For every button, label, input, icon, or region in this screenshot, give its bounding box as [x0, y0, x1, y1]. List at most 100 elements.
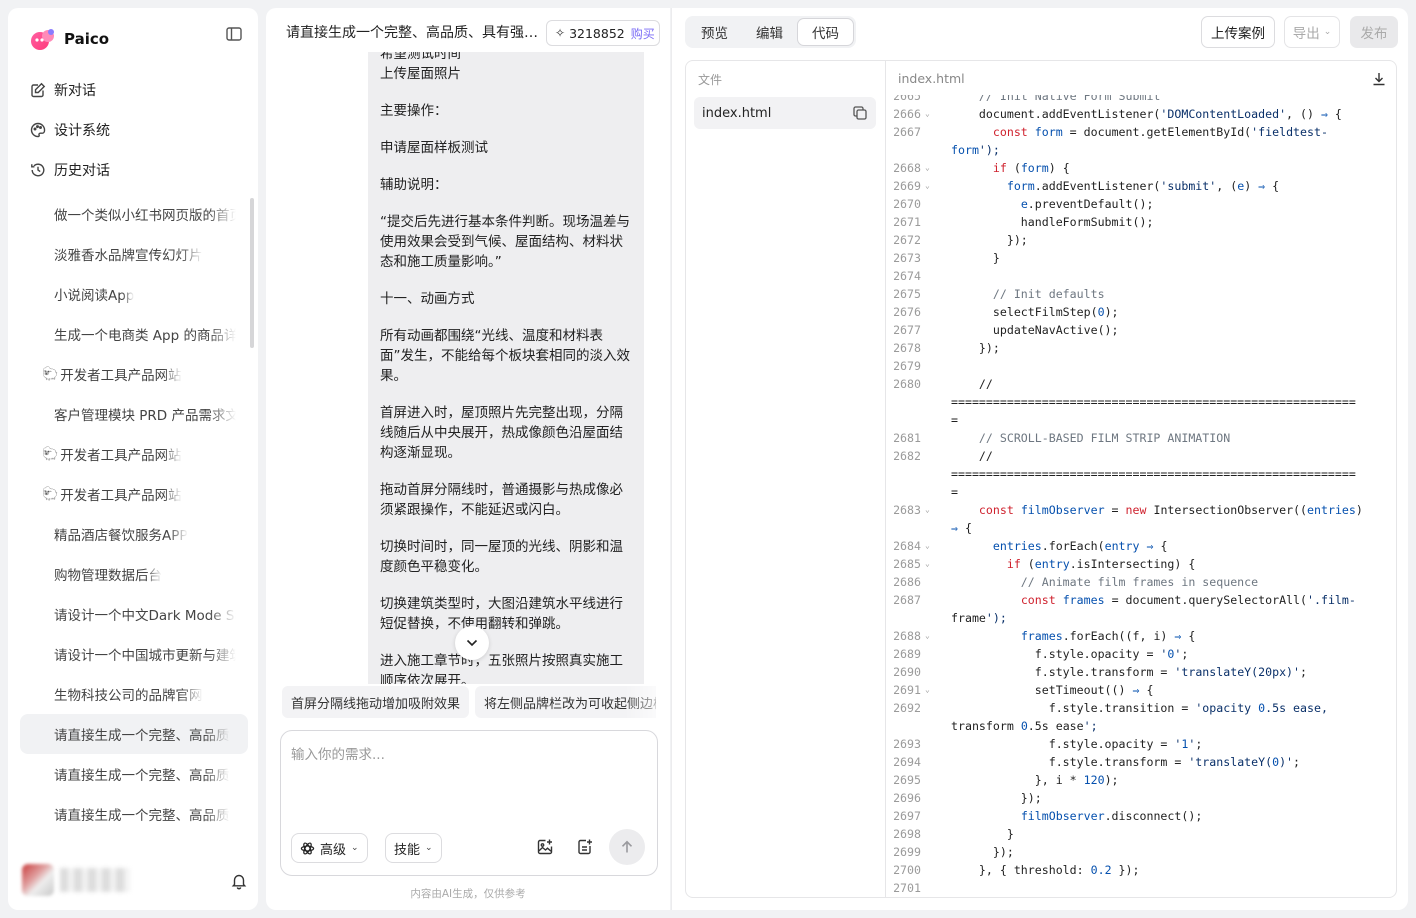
copy-icon[interactable] [852, 105, 868, 121]
scroll-to-bottom-button[interactable] [455, 626, 489, 660]
history-item[interactable]: 淡雅香水品牌宣传幻灯片 [20, 234, 248, 274]
upload-case-button[interactable]: 上传案例 [1201, 16, 1275, 48]
code-line: 2677 updateNavActive(); [887, 321, 1396, 339]
chevron-down-icon: ⌄ [351, 843, 359, 853]
code-line: 2666 ⌄ document.addEventListener('DOMCont… [887, 105, 1396, 123]
download-icon[interactable] [1371, 71, 1387, 87]
collapse-sidebar-button[interactable] [224, 24, 244, 44]
line-number: 2681 [893, 431, 921, 445]
code-text: }); [951, 791, 1042, 805]
tab-edit[interactable]: 编辑 [742, 18, 797, 46]
history-item[interactable]: 小说阅读App [20, 274, 248, 314]
avatar[interactable] [22, 864, 54, 896]
history-item-label: 请设计一个中文Dark Mode SaaS [54, 608, 236, 624]
tab-preview[interactable]: 预览 [687, 18, 742, 46]
code-text: f.style.transition = 'opacity 0.5s ease, [951, 701, 1328, 715]
code-text: } [951, 827, 1014, 841]
code-line: 2680 // [887, 375, 1396, 393]
history-item[interactable]: 请直接生成一个完整、高品质 [20, 794, 248, 834]
history-item[interactable]: 请直接生成一个完整、高品质 [20, 754, 248, 794]
message-paragraph: 十一、动画方式 [380, 291, 475, 307]
history-item-label: 小说阅读App [54, 288, 135, 304]
tab-code[interactable]: 代码 [797, 18, 854, 46]
bell-icon[interactable] [230, 872, 248, 890]
history-item-label: 淡雅香水品牌宣传幻灯片 [54, 248, 203, 264]
mode-select[interactable]: 高级 ⌄ [291, 833, 368, 863]
history-item[interactable]: 生成一个电商类 App 的商品详情页 [20, 314, 248, 354]
fold-chevron-icon[interactable]: ⌄ [925, 105, 930, 123]
code-line: ========================================… [887, 393, 1396, 411]
chevron-down-icon: ⌄ [1323, 27, 1332, 37]
line-number: 2665 [893, 95, 921, 103]
brand-name: Paico [64, 30, 110, 48]
history-item[interactable]: 🐑 开发者工具产品网站 [20, 434, 248, 474]
ai-disclaimer: 内容由AI生成，仅供参考 [410, 888, 526, 900]
line-number: 2684 [893, 539, 921, 553]
code-text: frame'); [951, 611, 1007, 625]
code-text: }, { threshold: 0.2 }); [951, 863, 1140, 877]
line-number: 2696 [893, 791, 921, 805]
suggestion-chip[interactable]: 将左侧品牌栏改为可收起侧边栏 [475, 686, 656, 718]
code-line: 2683 ⌄ const filmObserver = new Intersect… [887, 501, 1396, 519]
history-item[interactable]: 请设计一个中国城市更新与建筑 [20, 634, 248, 674]
fold-chevron-icon[interactable]: ⌄ [925, 627, 930, 645]
history-item-label: 请直接生成一个完整、高品质 [54, 728, 230, 744]
fold-chevron-icon[interactable]: ⌄ [925, 681, 930, 699]
line-number: 2683 [893, 503, 921, 517]
history-item[interactable]: 精品酒店餐饮服务APP [20, 514, 248, 554]
fold-chevron-icon[interactable]: ⌄ [925, 537, 930, 555]
publish-button[interactable]: 发布 [1350, 16, 1398, 48]
line-number: 2669 [893, 179, 921, 193]
fold-chevron-icon[interactable]: ⌄ [925, 177, 930, 195]
prompt-input[interactable] [291, 743, 647, 813]
history-item[interactable]: 客户管理模块 PRD 产品需求文档 [20, 394, 248, 434]
add-image-button[interactable] [533, 835, 557, 859]
line-number: 2679 [893, 359, 921, 373]
line-number: 2691 [893, 683, 921, 697]
history-item[interactable]: 🐑 开发者工具产品网站 [20, 354, 248, 394]
fold-chevron-icon[interactable]: ⌄ [925, 159, 930, 177]
user-row[interactable] [22, 860, 248, 900]
buy-credits-link[interactable]: 购买 [631, 25, 655, 42]
export-label: 导出 [1292, 26, 1320, 42]
history-item[interactable]: 请直接生成一个完整、高品质 [20, 714, 248, 754]
code-line: 2693 f.style.opacity = '1'; [887, 735, 1396, 753]
history-scrollbar[interactable] [250, 198, 254, 348]
line-number: 2695 [893, 773, 921, 787]
nav-history[interactable]: 历史对话 [20, 152, 246, 188]
history-item[interactable]: 生物科技公司的品牌官网 [20, 674, 248, 714]
send-button[interactable] [609, 829, 645, 865]
brand[interactable]: Paico [28, 22, 109, 56]
code-text: }); [951, 233, 1028, 247]
history-item[interactable]: 购物管理数据后台 [20, 554, 248, 594]
export-button[interactable]: 导出 ⌄ [1284, 16, 1340, 48]
message-paragraph: “提交后先进行基本条件判断。现场温差与使用效果会受到气候、屋面结构、材料状态和施… [380, 214, 630, 270]
code-text: updateNavActive(); [951, 323, 1119, 337]
code-line: 2678 }); [887, 339, 1396, 357]
file-add-icon [578, 839, 592, 855]
code-line: 2699 }); [887, 843, 1396, 861]
file-item-index-html[interactable]: index.html [694, 97, 876, 129]
fold-chevron-icon[interactable]: ⌄ [925, 501, 930, 519]
suggestion-chip[interactable]: 首屏分隔线拖动增加吸附效果 [282, 686, 470, 718]
code-text: }); [951, 845, 1014, 859]
nav-new-chat[interactable]: 新对话 [20, 72, 246, 108]
history-item[interactable]: 🐑 开发者工具产品网站 [20, 474, 248, 514]
add-file-button[interactable] [573, 835, 597, 859]
nav-design-system[interactable]: 设计系统 [20, 112, 246, 148]
code-line: 2692 f.style.transition = 'opacity 0.5s … [887, 699, 1396, 717]
code-line: 2689 f.style.opacity = '0'; [887, 645, 1396, 663]
message-paragraph: 切换建筑类型时，大图沿建筑水平线进行短促替换，不使用翻转和弹跳。 [380, 596, 623, 632]
sheep-emoji-icon: 🐑 [42, 366, 59, 382]
code-line: 2688 ⌄ frames.forEach((f, i) ⇒ { [887, 627, 1396, 645]
history-item[interactable]: 做一个类似小红书网页版的首页 [20, 194, 248, 234]
code-line: 2687 const frames = document.querySelect… [887, 591, 1396, 609]
code-scroll-area[interactable]: 2665 // Init Native Form Submit 2666 ⌄ doc… [887, 95, 1396, 897]
fold-chevron-icon[interactable]: ⌄ [925, 555, 930, 573]
code-line: ========================================… [887, 465, 1396, 483]
code-text: const form = document.getElementById('fi… [992, 125, 1328, 139]
atom-icon [300, 841, 315, 855]
nav-label: 设计系统 [54, 123, 110, 139]
skills-select[interactable]: 技能 ⌄ [385, 833, 442, 863]
history-item[interactable]: 请设计一个中文Dark Mode SaaS [20, 594, 248, 634]
